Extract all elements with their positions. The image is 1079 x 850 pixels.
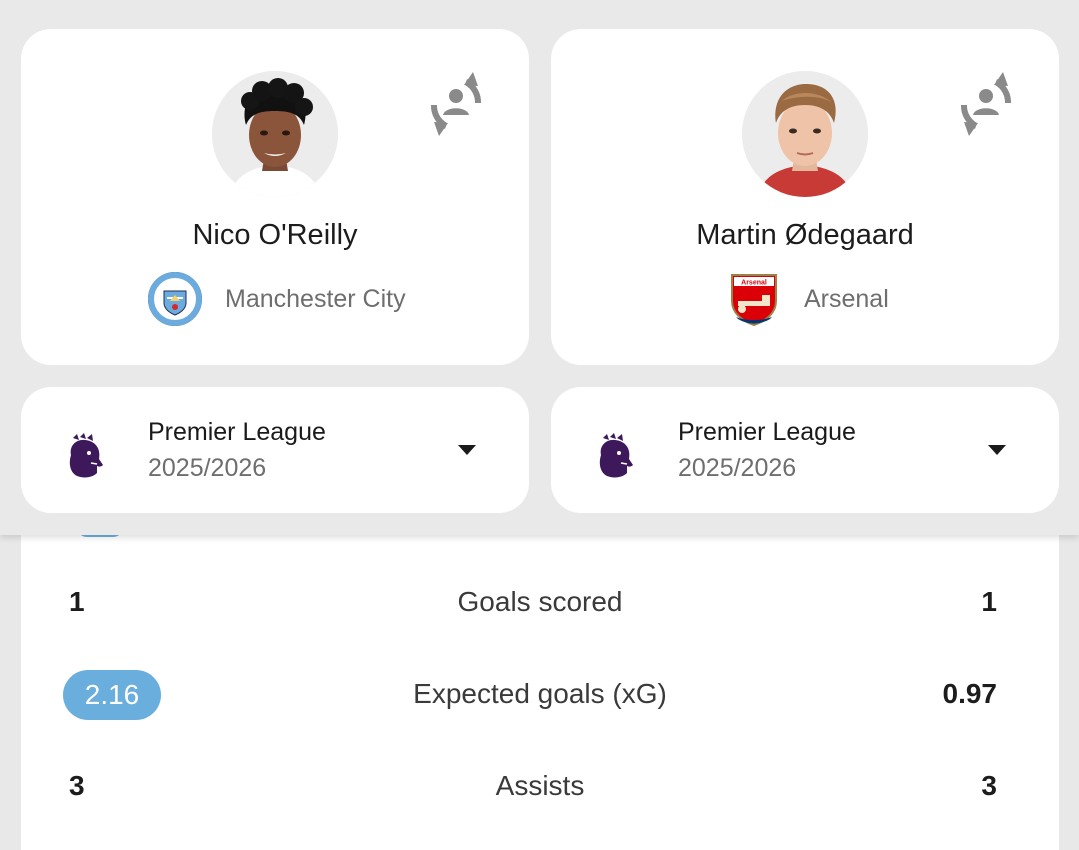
league-selector-right[interactable]: Premier League 2025/2026 <box>551 387 1059 513</box>
caret-down-icon[interactable] <box>457 443 477 457</box>
player-photo-left <box>212 71 338 197</box>
club-row-right: Arsenal Arsenal <box>726 271 889 327</box>
stat-value-right: 0.97 <box>942 678 998 709</box>
stat-row-assists: 3 Assists 3 <box>21 756 1059 816</box>
caret-down-icon[interactable] <box>987 443 1007 457</box>
comparison-header: Nico O'Reilly Manchester City Martin Øde… <box>0 0 1079 535</box>
stat-label: Expected goals (xG) <box>413 678 667 709</box>
club-row-left: Manchester City <box>147 271 406 327</box>
player-card-left[interactable]: Nico O'Reilly Manchester City <box>21 29 529 365</box>
player-avatar-right <box>742 71 868 197</box>
swap-player-icon[interactable] <box>951 69 1021 139</box>
league-name-left: Premier League <box>148 418 326 446</box>
league-season-right: 2025/2026 <box>678 454 797 482</box>
player-avatar-left <box>212 71 338 197</box>
stat-row-goals: 1 Goals scored 1 <box>21 572 1059 632</box>
player-name-left: Nico O'Reilly <box>192 219 358 251</box>
stat-label: Goals scored <box>457 586 623 617</box>
club-name-left: Manchester City <box>225 284 406 313</box>
manchester-city-badge-icon <box>148 272 202 326</box>
arsenal-badge-text: Arsenal <box>741 280 767 287</box>
stat-label: Assists <box>495 770 585 801</box>
player-name-right: Martin Ødegaard <box>696 219 914 251</box>
league-selector-left[interactable]: Premier League 2025/2026 <box>21 387 529 513</box>
arsenal-badge-icon: Arsenal <box>731 274 777 327</box>
swap-player-icon[interactable] <box>421 69 491 139</box>
player-photo-right <box>742 71 868 197</box>
club-name-right: Arsenal <box>804 284 889 313</box>
premier-league-lion-icon <box>69 433 103 478</box>
stat-value-right: 3 <box>981 770 997 801</box>
stat-value-right: 1 <box>981 586 997 617</box>
league-season-left: 2025/2026 <box>148 454 267 482</box>
stat-row-xg: 2.16 Expected goals (xG) 0.97 <box>21 664 1059 724</box>
premier-league-lion-icon <box>599 433 633 478</box>
league-name-right: Premier League <box>678 418 856 446</box>
player-card-right[interactable]: Martin Ødegaard Arsenal Arsenal <box>551 29 1059 365</box>
stats-comparison-list: 1 Goals scored 1 2.16 Expected goals (xG… <box>21 520 1059 850</box>
